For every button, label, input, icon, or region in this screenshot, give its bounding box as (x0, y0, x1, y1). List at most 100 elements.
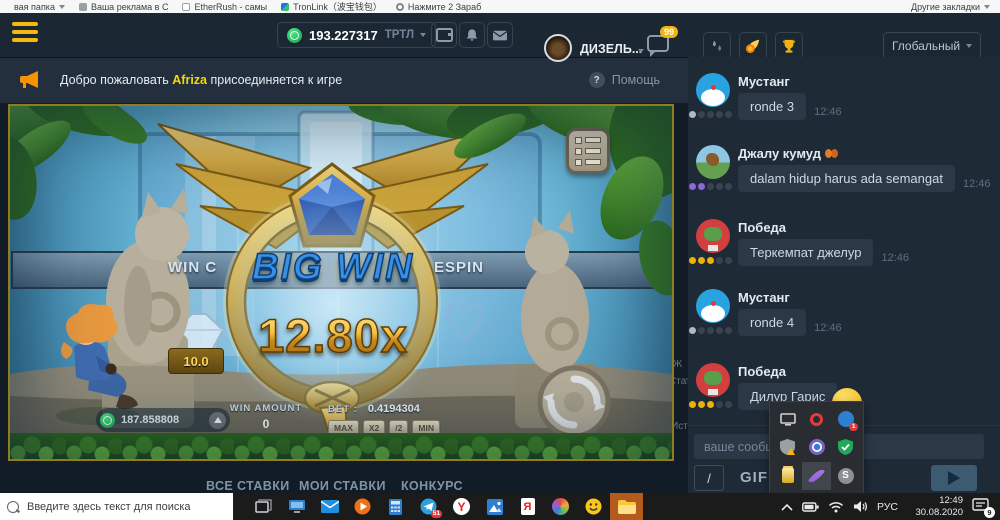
messages-button[interactable] (487, 22, 513, 48)
notifications-button[interactable] (459, 22, 485, 48)
currency-code: ТРТЛ (385, 29, 414, 41)
taskbar-pc-app[interactable] (280, 493, 313, 520)
bookmark-favicon (79, 3, 87, 11)
username[interactable]: ДИЗЕЛЬ... (580, 42, 642, 56)
shield-warning-icon (780, 439, 795, 455)
search-icon (396, 3, 404, 11)
fireball-events-button[interactable] (739, 32, 767, 60)
help-button[interactable]: ? Помощь (589, 72, 660, 88)
chat-message-time: 12:46 (963, 178, 991, 190)
user-medals (689, 111, 732, 118)
chevron-down-icon (59, 5, 65, 9)
avatar[interactable] (696, 219, 730, 253)
media-player-icon (809, 439, 825, 455)
bookmark-item[interactable]: TronLink（波宝钱包） (281, 0, 382, 13)
bookmark-item[interactable]: вая папка (14, 2, 65, 12)
system-tray: РУС 12:49 30.08.2020 9 (781, 493, 1000, 520)
tray-display-app[interactable] (773, 405, 802, 433)
taskbar-paint-app[interactable] (544, 493, 577, 520)
chat-toggle-button[interactable] (647, 35, 671, 55)
wifi-icon[interactable] (828, 501, 844, 513)
chat-command-button[interactable]: / (694, 465, 724, 491)
user-medals (689, 183, 732, 190)
bookmark-item[interactable]: Ваша реклама в С (79, 2, 169, 12)
send-arrow-icon (948, 471, 960, 485)
taskbar-yandex-app[interactable]: Y (445, 493, 478, 520)
ya-page-icon: Я (521, 498, 535, 515)
win-amount-panel: WIN AMOUNT 0 (206, 403, 326, 431)
other-bookmarks-label: Другие закладки (911, 2, 980, 12)
taskbar-mail-app[interactable] (313, 493, 346, 520)
taskbar-calculator-app[interactable] (379, 493, 412, 520)
bookmark-label: вая папка (14, 2, 55, 12)
chat-message-time: 12:46 (814, 322, 842, 334)
bookmark-label: Ваша реклама в С (91, 2, 169, 12)
task-view-button[interactable] (247, 493, 280, 520)
grass-decoration (10, 433, 672, 459)
help-label: Помощь (612, 73, 660, 87)
avatar[interactable] (696, 145, 730, 179)
taskbar-file-explorer-app[interactable] (610, 493, 643, 520)
avatar[interactable] (544, 34, 572, 62)
rain-events-button[interactable] (703, 32, 731, 60)
envelope-icon (321, 500, 339, 513)
tray-feather-app[interactable] (802, 462, 831, 490)
taskbar-search-box[interactable]: Введите здесь текст для поиска (0, 493, 233, 520)
taskbar-media-app[interactable] (346, 493, 379, 520)
balance-selector[interactable]: 193.227317 ТРТЛ (277, 22, 436, 48)
tray-antivirus-app[interactable] (831, 433, 860, 461)
chat-channel-select[interactable]: Глобальный (883, 32, 981, 60)
yandex-icon: Y (453, 498, 470, 515)
wallet-button[interactable] (431, 22, 457, 48)
menu-hamburger-button[interactable] (12, 22, 38, 46)
chevron-up-icon[interactable] (781, 503, 793, 511)
speaker-icon[interactable] (853, 500, 868, 513)
tab-my-bets[interactable]: МОИ СТАВКИ (299, 479, 386, 493)
tray-media-app[interactable] (802, 433, 831, 461)
tray-opera-app[interactable] (802, 405, 831, 433)
taskbar-telegram-app[interactable]: 51 (412, 493, 445, 520)
search-placeholder-text: Введите здесь текст для поиска (27, 501, 191, 513)
tournament-button[interactable] (775, 32, 803, 60)
paint-palette-icon (552, 498, 569, 515)
chat-message-time: 12:46 (814, 106, 842, 118)
chat-message-text: ronde 4 (738, 309, 806, 336)
taskbar-photos-app[interactable] (478, 493, 511, 520)
tab-all-bets[interactable]: ВСЕ СТАВКИ (206, 479, 290, 493)
tray-gold-app[interactable] (773, 462, 802, 490)
task-view-icon (255, 499, 272, 514)
taskbar-clock[interactable]: 12:49 30.08.2020 (907, 495, 963, 519)
tray-defender-app[interactable] (773, 433, 802, 461)
tray-skype-app[interactable]: S (831, 462, 860, 490)
win-amount-label: WIN AMOUNT (206, 403, 326, 414)
bookmark-item[interactable]: EtherRush - самы (182, 2, 267, 12)
win-multiplier: 12.80x (202, 308, 464, 363)
browser-bookmarks-bar: вая папка Ваша реклама в С EtherRush - с… (0, 0, 1000, 13)
smiley-icon (585, 498, 602, 515)
gif-button[interactable]: GIF (740, 469, 768, 486)
rain-drops-icon (710, 39, 724, 53)
taskbar-yandex-browser-app[interactable]: Я (511, 493, 544, 520)
bookmark-item[interactable]: Нажмите 2 Зараб (396, 2, 481, 12)
other-bookmarks-button[interactable]: Другие закладки (911, 2, 990, 12)
keyboard-language[interactable]: РУС (877, 501, 898, 513)
play-circle-icon (354, 498, 371, 515)
tab-contest[interactable]: КОНКУРС (401, 479, 463, 493)
send-message-button[interactable] (931, 465, 977, 491)
bell-icon (465, 28, 479, 42)
trophy-icon (781, 39, 797, 54)
slot-game-frame[interactable]: WIN C ESPIN BIG WIN 12.80x 10.0 187.8588… (8, 104, 674, 461)
bookmark-label: Нажмите 2 Зараб (408, 2, 481, 12)
bet-panel: BET : 0.4194304 MAX X2 /2 MIN (328, 403, 460, 436)
chat-username: Победа (738, 220, 786, 235)
tray-browser-app[interactable]: 1 (831, 405, 860, 433)
avatar[interactable] (696, 289, 730, 323)
action-center-button[interactable]: 9 (972, 498, 992, 516)
battery-icon[interactable] (802, 502, 819, 512)
taskbar-emoji-app[interactable] (577, 493, 610, 520)
avatar[interactable] (696, 363, 730, 397)
game-menu-button[interactable] (566, 128, 610, 174)
clock-time: 12:49 (907, 495, 963, 507)
avatar[interactable] (696, 73, 730, 107)
search-icon (7, 501, 19, 513)
